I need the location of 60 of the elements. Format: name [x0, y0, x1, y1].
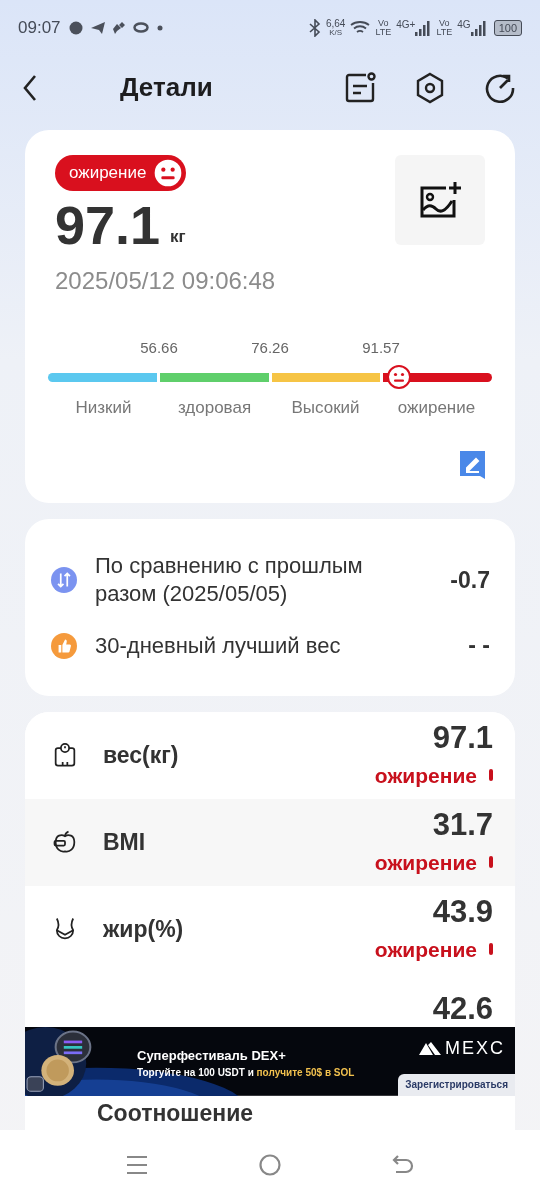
compare-icon — [51, 567, 77, 594]
battery-indicator: 100 — [493, 19, 522, 36]
clock: 09:07 — [18, 16, 61, 39]
neutral-face-icon — [152, 157, 185, 189]
ad-title: Суперфестиваль DEX+ — [137, 1046, 287, 1065]
network-speed: 6,64 K/S — [325, 18, 346, 37]
status-badge: ожирение — [55, 155, 187, 191]
metric-value: 42.6 — [432, 990, 493, 1027]
comparison-label: По сравнению с прошлым разом (2025/05/05) — [95, 552, 364, 609]
wifi-icon — [350, 19, 371, 36]
back-icon[interactable] — [392, 1154, 415, 1176]
threshold-value: 76.26 — [251, 338, 289, 358]
bluetooth-icon — [308, 18, 321, 37]
thumbs-up-icon — [51, 632, 77, 659]
menu-icon[interactable] — [125, 1154, 148, 1176]
edit-icon[interactable] — [460, 451, 485, 479]
signal-icon — [415, 19, 432, 36]
weight-unit: кг — [170, 225, 186, 248]
range-label: Низкий — [75, 397, 132, 419]
network-type: 4G+ — [396, 19, 416, 30]
metric-label: жир(%) — [103, 915, 184, 944]
comparison-label: 30-дневный лучший вес — [95, 631, 342, 660]
range-label: ожирение — [397, 397, 476, 419]
metric-label: Соотношение — [97, 1098, 255, 1128]
volte-indicator: Vo LTE — [375, 18, 392, 37]
metric-label: BMI — [103, 828, 146, 858]
add-photo-button[interactable] — [395, 155, 485, 245]
range-label: здоровая — [177, 397, 252, 419]
metric-status: ожирение — [374, 762, 477, 789]
metric-value: 43.9 — [432, 893, 493, 930]
dot-icon — [156, 24, 163, 31]
metric-label: вес(кг) — [103, 741, 179, 771]
threshold-value: 56.66 — [140, 338, 178, 358]
comparison-value: - - — [468, 631, 490, 661]
range-label: Высокий — [291, 397, 360, 419]
threshold-value: 91.57 — [362, 338, 400, 358]
network-type: 4G — [457, 19, 471, 30]
page-title: Детали — [120, 71, 213, 104]
metric-status: ожирение — [374, 936, 477, 963]
image-add-icon — [418, 180, 462, 220]
refresh-icon[interactable] — [484, 71, 516, 104]
signal-icon — [470, 19, 487, 36]
ad-subtitle: Торгуйте на 100 USDT и получите 50$ в SOL — [137, 1066, 355, 1081]
send-icon — [90, 21, 105, 34]
register-button[interactable]: Зарегистрироваться — [398, 1073, 515, 1096]
metric-value: 31.7 — [432, 806, 493, 843]
measurement-datetime: 2025/05/12 09:06:48 — [55, 266, 276, 296]
weight-value: 97.1 — [55, 197, 161, 253]
metric-status: ожирение — [374, 849, 477, 876]
ring-icon — [132, 22, 149, 33]
notes-icon[interactable] — [344, 71, 376, 104]
settings-icon[interactable] — [414, 71, 446, 104]
home-button[interactable] — [259, 1154, 281, 1176]
comparison-value: -0.7 — [450, 566, 490, 595]
volte-indicator: Vo LTE — [436, 18, 453, 37]
brand-name: MEXC — [445, 1036, 505, 1060]
metric-value: 97.1 — [432, 719, 493, 756]
ad-banner[interactable]: Суперфестиваль DEX+ Торгуйте на 100 USDT и получите 50$ в SOL MEXC Зарегистрироваться — [25, 1026, 515, 1096]
brand-logo-icon — [419, 1041, 441, 1056]
metric-row[interactable]: BMI 31.7 ожирение — [25, 798, 515, 886]
